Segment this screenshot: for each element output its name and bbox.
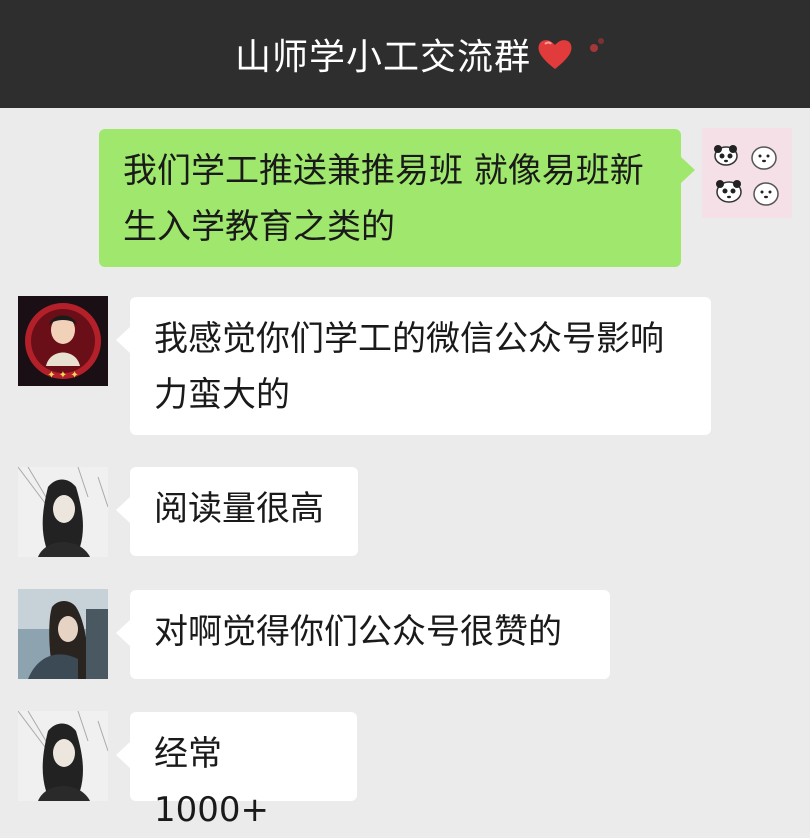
message-text: 经常 1000+ [154,734,270,830]
message-bubble[interactable]: 阅读量很高 [116,467,358,556]
sparkle-decoration [598,38,604,44]
message-text: 对啊觉得你们公众号很赞的 [154,612,562,652]
svg-text:✦ ✦ ✦: ✦ ✦ ✦ [47,370,79,381]
chat-title[interactable]: 山师学小工交流群 [235,28,531,80]
message-text: 我们学工推送兼推易班 就像易班新生入学教育之类的 [123,151,644,247]
red-portrait-avatar[interactable]: ✦ ✦ ✦ [18,296,108,386]
message-text: 阅读量很高 [154,489,324,529]
girl-sketch-avatar[interactable] [18,711,108,801]
message-bubble-self[interactable]: 我们学工推送兼推易班 就像易班新生入学教育之类的 [99,129,695,267]
girl-photo-avatar[interactable] [18,589,108,679]
message-bubble[interactable]: 对啊觉得你们公众号很赞的 [116,590,610,679]
message-text: 我感觉你们学工的微信公众号影响力蛮大的 [154,319,664,415]
heart-icon [535,34,575,74]
panda-bears-avatar[interactable] [702,128,792,218]
message-bubble[interactable]: 我感觉你们学工的微信公众号影响力蛮大的 [116,297,711,435]
chat-header: 山师学小工交流群 [0,0,810,108]
message-bubble[interactable]: 经常 1000+ [116,712,357,830]
girl-sketch-avatar[interactable] [18,467,108,557]
sparkle-decoration [590,44,598,52]
